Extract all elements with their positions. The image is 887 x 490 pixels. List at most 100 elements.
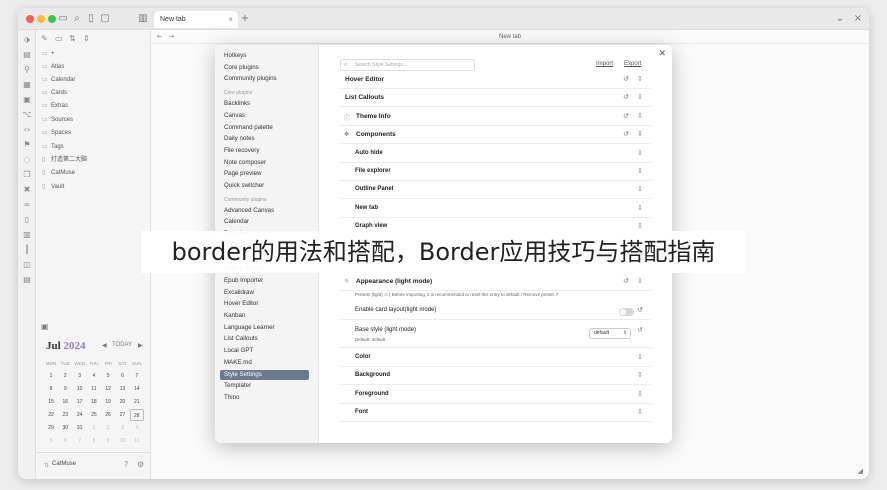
calendar-day[interactable]: 10 xyxy=(73,383,87,395)
nav-item[interactable]: Kanban xyxy=(224,311,245,321)
calendar-day[interactable]: 6 xyxy=(116,370,130,382)
nav-item[interactable]: Excalidraw xyxy=(224,288,254,298)
calendar-day[interactable]: 25 xyxy=(87,409,101,421)
nav-item[interactable]: Local GPT xyxy=(224,346,253,356)
reset-icon[interactable]: ↺ xyxy=(637,326,643,334)
settings-row[interactable]: Auto hide ⇩ xyxy=(339,147,651,163)
nav-item[interactable]: Canvas xyxy=(224,111,245,121)
reset-icon[interactable]: ↺ xyxy=(623,130,629,138)
folder-icon[interactable]: ▭ xyxy=(56,12,70,26)
download-icon[interactable]: ⇩ xyxy=(637,130,643,138)
more-icon[interactable]: ▢ xyxy=(98,12,112,26)
settings-row[interactable]: List Callouts ↺ ⇩ xyxy=(339,91,651,108)
import-link[interactable]: Import xyxy=(596,61,613,67)
database-icon[interactable]: ◫ xyxy=(21,259,33,271)
calendar-day[interactable]: 8 xyxy=(87,435,101,447)
calendar-day[interactable]: 19 xyxy=(101,396,115,408)
tree-item[interactable]: ▭ Spaces xyxy=(42,127,71,138)
nav-item[interactable]: Backlinks xyxy=(224,99,250,109)
close-icon[interactable]: ✕ xyxy=(658,48,666,59)
download-icon[interactable]: ⇩ xyxy=(637,390,643,398)
settings-row[interactable]: Foreground ⇩ xyxy=(339,388,651,404)
reset-icon[interactable]: ↺ xyxy=(623,93,629,101)
nav-item[interactable]: Note composer xyxy=(224,158,266,168)
flag-icon[interactable]: ⚑ xyxy=(21,139,33,151)
nav-item[interactable]: Page preview xyxy=(224,169,262,179)
chevron-down-icon[interactable]: ⌄ xyxy=(833,12,847,26)
download-icon[interactable]: ⇩ xyxy=(637,93,643,101)
nav-item[interactable]: Core plugins xyxy=(224,63,259,73)
grid-icon[interactable]: ▦ xyxy=(21,79,33,91)
close-window-button[interactable] xyxy=(26,15,34,23)
search-icon[interactable]: ⌕ xyxy=(70,12,84,26)
download-icon[interactable]: ⇩ xyxy=(637,204,643,212)
new-folder-icon[interactable]: ▭ xyxy=(55,34,63,43)
help-icon[interactable]: ? xyxy=(124,460,128,469)
pane-corner-icon[interactable]: ◢ xyxy=(858,467,863,475)
settings-row[interactable]: Font ⇩ xyxy=(339,406,651,422)
prev-month-button[interactable]: ◀ xyxy=(102,342,107,349)
calendar-day[interactable]: 6 xyxy=(58,435,72,447)
reset-icon[interactable]: ↺ xyxy=(623,75,629,83)
sidebar-toggle-icon[interactable]: ▥ xyxy=(136,12,150,26)
tree-item[interactable]: ▯ Vault xyxy=(42,181,64,192)
search-input[interactable]: ⌕ Search Style Settings... xyxy=(340,59,475,71)
settings-row[interactable]: Hover Editor ↺ ⇩ xyxy=(339,73,651,89)
tree-item[interactable]: ▭ Atlas xyxy=(42,61,64,72)
calendar-day[interactable]: 1 xyxy=(87,422,101,434)
settings-row[interactable]: Color ⇩ xyxy=(339,351,651,367)
minimize-window-button[interactable] xyxy=(37,15,45,23)
calendar-day[interactable]: 5 xyxy=(44,435,58,447)
puzzle-icon[interactable]: ✖ xyxy=(21,184,33,196)
calendar-day[interactable]: 18 xyxy=(87,396,101,408)
reset-icon[interactable]: ↺ xyxy=(637,306,643,314)
calendar-day[interactable]: 5 xyxy=(101,370,115,382)
today-button[interactable]: TODAY xyxy=(112,342,132,348)
settings-row[interactable]: ✥ Components ↺ ⇩ xyxy=(339,128,651,145)
calendar-day[interactable]: 31 xyxy=(73,422,87,434)
tree-item[interactable]: ▯ CatMuse xyxy=(42,167,75,178)
nav-item[interactable]: Language Learner xyxy=(224,323,275,333)
link-icon[interactable]: ∞ xyxy=(21,199,33,211)
window-close-icon[interactable]: × xyxy=(851,12,865,26)
calendar-day[interactable]: 9 xyxy=(58,383,72,395)
reset-icon[interactable]: ↺ xyxy=(623,112,629,120)
calendar-day[interactable]: 16 xyxy=(58,396,72,408)
download-icon[interactable]: ⇩ xyxy=(637,222,643,230)
calendar-day[interactable]: 3 xyxy=(73,370,87,382)
download-icon[interactable]: ⇩ xyxy=(637,167,643,175)
calendar-day[interactable]: 3 xyxy=(116,422,130,434)
terminal-icon[interactable]: ⌥ xyxy=(21,109,33,121)
nav-item[interactable]: Quick switcher xyxy=(224,181,264,191)
calendar-icon[interactable]: ▣ xyxy=(21,94,33,106)
calendar-day[interactable]: 15 xyxy=(44,396,58,408)
calendar-day[interactable]: 13 xyxy=(116,383,130,395)
nav-item[interactable]: Community plugins xyxy=(224,74,277,84)
download-icon[interactable]: ⇩ xyxy=(637,185,643,193)
download-icon[interactable]: ⇩ xyxy=(637,353,643,361)
settings-row[interactable]: New tab ⇩ xyxy=(339,202,651,218)
chart-icon[interactable]: ▥ xyxy=(21,229,33,241)
calendar-day[interactable]: 2 xyxy=(58,370,72,382)
calendar-day[interactable]: 10 xyxy=(116,435,130,447)
calendar-day[interactable]: 7 xyxy=(73,435,87,447)
settings-row[interactable]: Background ⇩ xyxy=(339,369,651,386)
export-link[interactable]: Export xyxy=(624,61,641,67)
download-icon[interactable]: ⇩ xyxy=(637,408,643,416)
zoom-window-button[interactable] xyxy=(48,15,56,23)
book-icon[interactable]: ▯ xyxy=(21,214,33,226)
tree-item[interactable]: ▭ + xyxy=(42,48,55,59)
calendar-day[interactable]: 12 xyxy=(101,383,115,395)
copy-icon[interactable]: ❐ xyxy=(21,169,33,181)
calendar-day[interactable]: 24 xyxy=(73,409,87,421)
nav-item[interactable]: MAKE.md xyxy=(224,358,252,368)
calendar-day[interactable]: 2 xyxy=(101,422,115,434)
pin-icon[interactable]: ◌ xyxy=(21,154,33,166)
download-icon[interactable]: ⇩ xyxy=(637,277,643,285)
presets-note[interactable]: Presets (light) ⚠ | Before importing, it… xyxy=(355,292,559,298)
calendar-day[interactable]: 7 xyxy=(130,370,144,382)
nav-item[interactable]: Epub Importer xyxy=(224,276,263,286)
calendar-day[interactable]: 8 xyxy=(44,383,58,395)
tree-item[interactable]: ▭ Cards xyxy=(42,87,67,98)
new-note-icon[interactable]: ✎ xyxy=(41,34,48,43)
